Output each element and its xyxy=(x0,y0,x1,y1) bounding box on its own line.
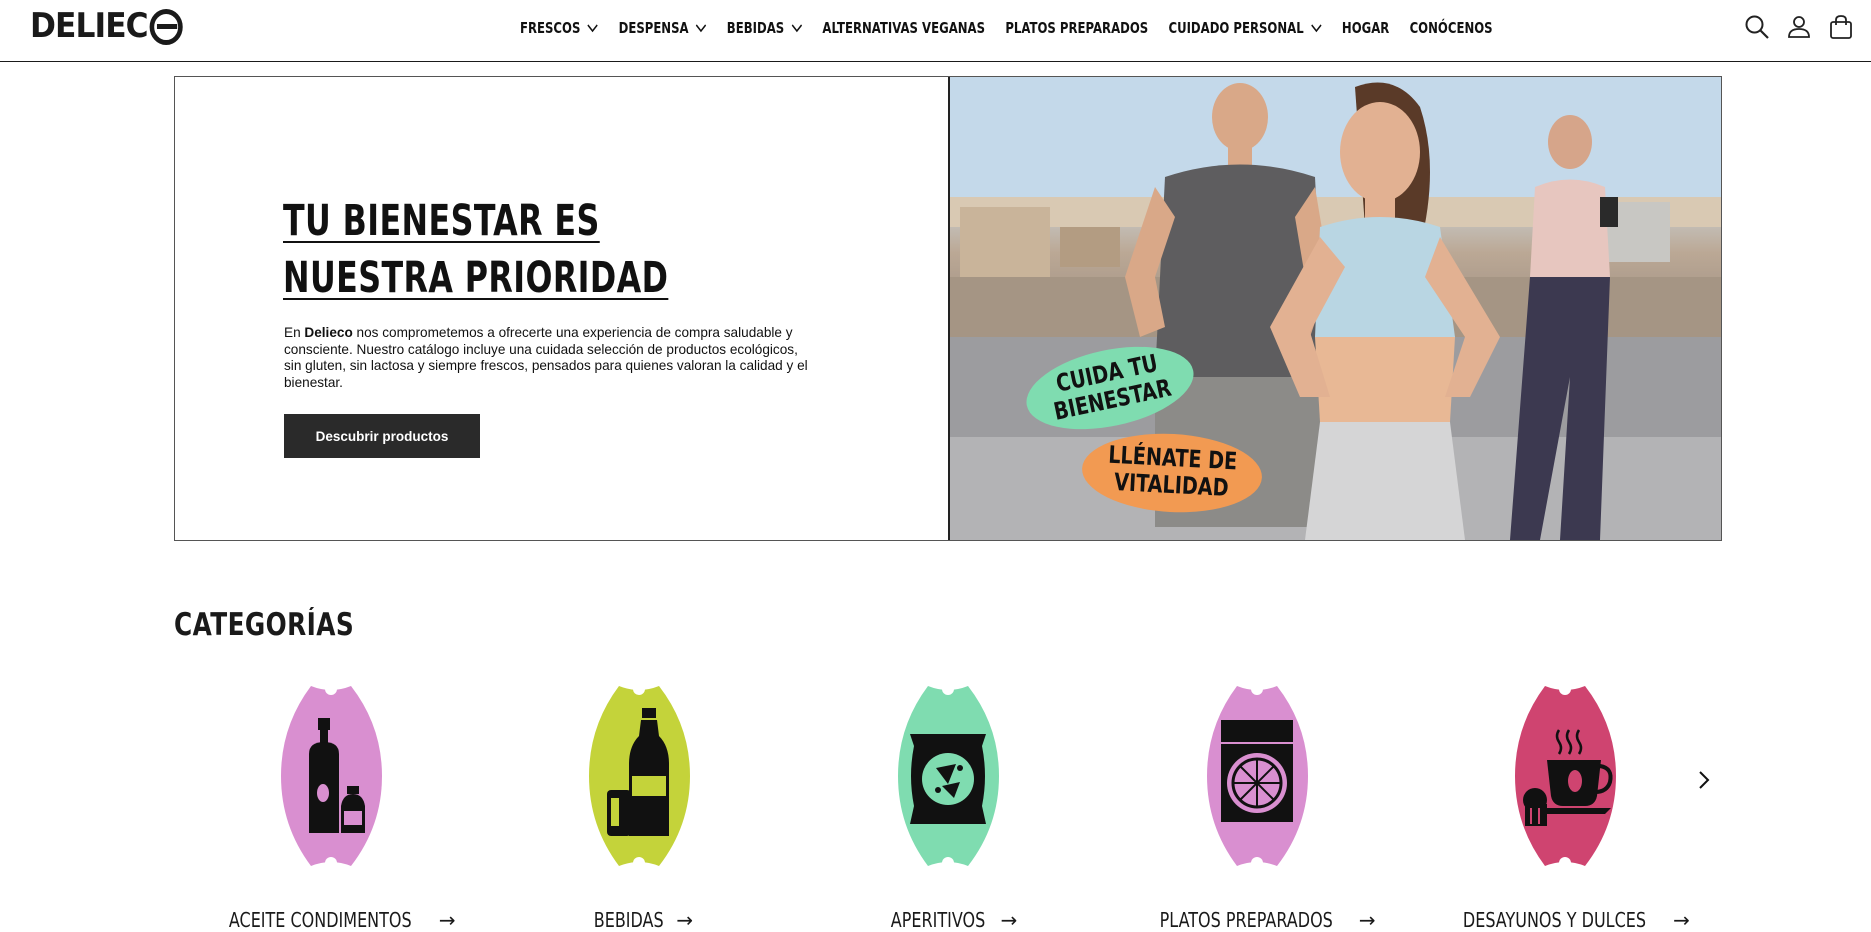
logo-o-mark xyxy=(149,9,183,45)
header-actions xyxy=(1743,13,1855,41)
cart-icon[interactable] xyxy=(1827,13,1855,41)
chevron-down-icon xyxy=(1310,23,1322,32)
site-header: DELIEC FRESCOS DESPENSA BEBIDAS ALTERNAT… xyxy=(0,0,1871,62)
chips-bag-icon xyxy=(898,686,999,866)
soda-bottle-icon xyxy=(589,686,690,866)
arrow-right-icon: → xyxy=(1358,908,1376,932)
category-card-desayunos-y-dulces[interactable]: DESAYUNOS Y DULCES → xyxy=(1463,686,1690,932)
category-label[interactable]: BEBIDAS → xyxy=(499,908,779,932)
category-card-aperitivos[interactable]: APERITIVOS → xyxy=(848,686,1048,932)
nav-item-alternativas-veganas[interactable]: ALTERNATIVAS VEGANAS xyxy=(822,19,985,37)
hero-description-prefix: En xyxy=(284,325,305,340)
category-card-aceite-condimentos[interactable]: ACEITE CONDIMENTOS → xyxy=(229,686,456,932)
category-label[interactable]: PLATOS PREPARADOS → xyxy=(1117,908,1397,932)
nav-item-despensa[interactable]: DESPENSA xyxy=(619,19,707,37)
nav-item-label: BEBIDAS xyxy=(726,19,785,37)
nav-item-label: CONÓCENOS xyxy=(1409,19,1493,37)
hero-title[interactable]: TU BIENESTAR ES NUESTRA PRIORIDAD xyxy=(283,193,775,307)
brand-logo[interactable]: DELIEC xyxy=(30,6,183,46)
hero-photo-illustration xyxy=(950,77,1721,540)
hero-text-panel: TU BIENESTAR ES NUESTRA PRIORIDAD En Del… xyxy=(175,77,948,540)
chevron-down-icon xyxy=(695,23,707,32)
hero-description-brand: Delieco xyxy=(304,325,353,340)
nav-item-label: FRESCOS xyxy=(520,19,581,37)
chevron-down-icon xyxy=(791,23,802,32)
category-label[interactable]: ACEITE CONDIMENTOS → xyxy=(191,908,471,932)
arrow-right-icon: → xyxy=(676,908,694,932)
arrow-right-icon: → xyxy=(1000,908,1018,932)
nav-item-label: ALTERNATIVAS VEGANAS xyxy=(822,19,986,37)
hero-banner: TU BIENESTAR ES NUESTRA PRIORIDAD En Del… xyxy=(174,76,1722,541)
discover-products-button[interactable]: Descubrir productos xyxy=(284,414,480,458)
oil-bottle-icon xyxy=(281,686,382,866)
category-label[interactable]: APERITIVOS → xyxy=(808,908,1088,932)
account-icon[interactable] xyxy=(1785,13,1813,41)
arrow-right-icon: → xyxy=(1673,908,1690,932)
nav-item-label: HOGAR xyxy=(1341,19,1390,37)
nav-item-hogar[interactable]: HOGAR xyxy=(1342,19,1389,37)
category-label-text: ACEITE CONDIMENTOS xyxy=(229,908,413,932)
category-label[interactable]: DESAYUNOS Y DULCES → xyxy=(1425,908,1705,932)
nav-item-conocenos[interactable]: CONÓCENOS xyxy=(1410,19,1493,37)
categories-heading: CATEGORÍAS xyxy=(174,607,355,643)
category-label-text: DESAYUNOS Y DULCES xyxy=(1463,908,1647,932)
logo-text: DELIEC xyxy=(30,6,149,46)
category-label-text: BEBIDAS xyxy=(593,908,664,932)
chevron-right-icon[interactable] xyxy=(1692,768,1716,792)
sticker-line: VITALIDAD xyxy=(1113,468,1230,502)
nav-item-cuidado-personal[interactable]: CUIDADO PERSONAL xyxy=(1168,19,1322,37)
category-card-platos-preparados[interactable]: PLATOS PREPARADOS → xyxy=(1157,686,1376,932)
hero-description-rest: nos comprometemos a ofrecerte una experi… xyxy=(284,325,808,391)
nav-item-frescos[interactable]: FRESCOS xyxy=(520,19,599,37)
search-icon[interactable] xyxy=(1743,13,1771,41)
nav-item-bebidas[interactable]: BEBIDAS xyxy=(727,19,802,37)
category-label-text: APERITIVOS xyxy=(890,908,985,932)
chevron-down-icon xyxy=(587,23,599,32)
main-nav: FRESCOS DESPENSA BEBIDAS ALTERNATIVAS VE… xyxy=(520,0,1513,56)
category-card-bebidas[interactable]: BEBIDAS → xyxy=(539,686,739,932)
coffee-cup-icon xyxy=(1515,686,1616,866)
nav-item-label: CUIDADO PERSONAL xyxy=(1168,19,1304,37)
nav-item-platos-preparados[interactable]: PLATOS PREPARADOS xyxy=(1005,19,1148,37)
nav-item-label: DESPENSA xyxy=(618,19,689,37)
category-label-text: PLATOS PREPARADOS xyxy=(1160,908,1334,932)
hero-description: En Delieco nos comprometemos a ofrecerte… xyxy=(284,325,814,392)
hero-image: CUIDA TU BIENESTAR LLÉNATE DE VITALIDAD xyxy=(948,77,1721,540)
pizza-box-icon xyxy=(1207,686,1308,866)
arrow-right-icon: → xyxy=(438,908,456,932)
nav-item-label: PLATOS PREPARADOS xyxy=(1005,19,1149,37)
